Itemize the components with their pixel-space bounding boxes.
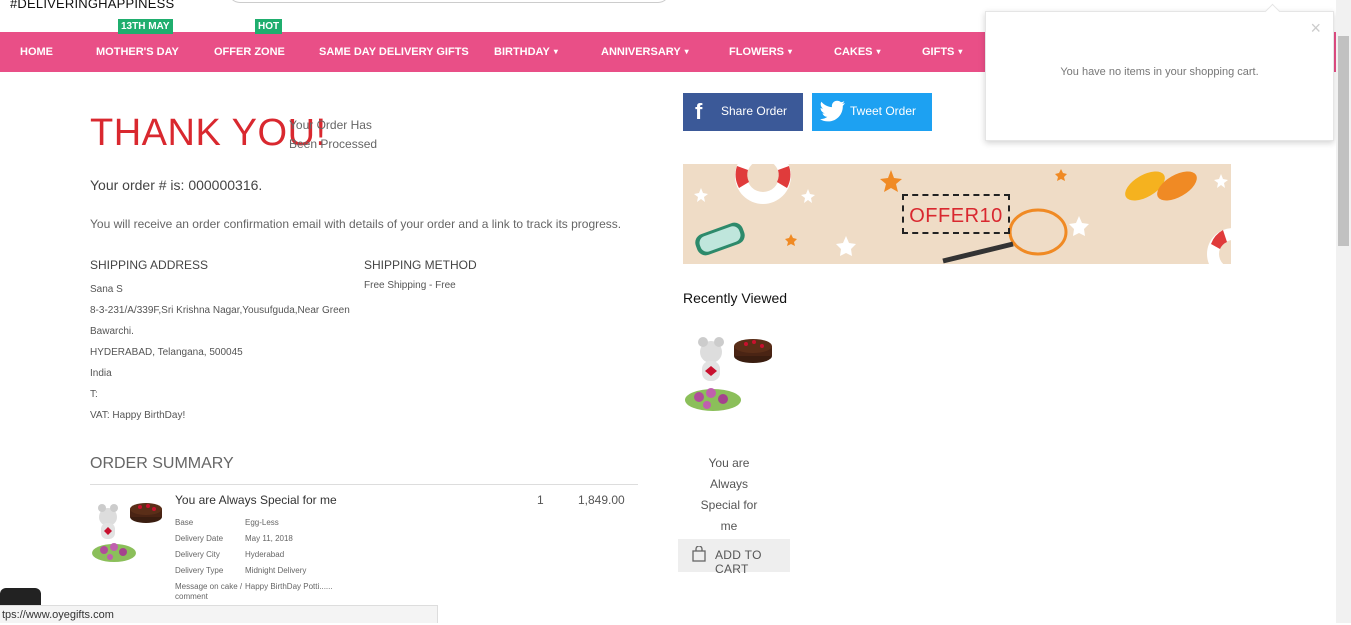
- shipping-method-heading: SHIPPING METHOD: [364, 258, 477, 272]
- nav-item-mothers-day[interactable]: MOTHER'S DAY: [96, 32, 179, 72]
- chevron-down-icon: ▾: [958, 47, 963, 56]
- nav-item-birthday[interactable]: BIRTHDAY ▾: [494, 32, 558, 72]
- empty-cart-message: You have no items in your shopping cart.: [1060, 66, 1259, 78]
- option-key: Delivery Type: [175, 566, 224, 575]
- order-summary-title: ORDER SUMMARY: [90, 455, 234, 472]
- nav-item-flowers[interactable]: FLOWERS ▾: [729, 32, 792, 72]
- search-input[interactable]: [228, 0, 670, 3]
- order-item-name: You are Always Special for me: [175, 493, 337, 507]
- shipping-address: Sana S 8-3-231/A/339F,Sri Krishna Nagar,…: [90, 279, 365, 426]
- share-order-label: Share Order: [721, 104, 788, 118]
- address-line: 8-3-231/A/339F,Sri Krishna Nagar,Yousufg…: [90, 305, 350, 337]
- address-line: India: [90, 368, 112, 379]
- shipping-method-value: Free Shipping - Free: [364, 280, 456, 291]
- nav-badge-offer-zone: HOT: [255, 19, 283, 34]
- order-number: Your order # is: 000000316.: [90, 177, 263, 193]
- option-key: Delivery Date: [175, 534, 224, 543]
- nav-item-gifts[interactable]: GIFTS ▾: [922, 32, 962, 72]
- chevron-down-icon: ▾: [553, 47, 558, 56]
- chevron-down-icon: ▾: [684, 47, 689, 56]
- tweet-order-button[interactable]: Tweet Order: [812, 93, 932, 131]
- address-line: T:: [90, 389, 98, 400]
- coupon-code: OFFER10: [902, 194, 1010, 234]
- twitter-icon: [820, 100, 846, 125]
- divider: [90, 484, 638, 485]
- option-row: Delivery Date May 11, 2018: [175, 534, 355, 550]
- option-value: Egg-Less: [245, 518, 279, 527]
- promo-banner[interactable]: OFFER10: [683, 164, 1231, 264]
- recently-viewed-title: Recently Viewed: [683, 290, 788, 306]
- order-processed-text: Your Order Has Been Processed: [289, 118, 378, 151]
- nav-item-anniversary[interactable]: ANNIVERSARY ▾: [601, 32, 689, 72]
- option-value: Hyderabad: [245, 550, 285, 559]
- chevron-down-icon: ▾: [788, 47, 793, 56]
- option-row: Delivery Type Midnight Delivery: [175, 566, 355, 582]
- product-image: [90, 495, 168, 567]
- add-to-cart-button[interactable]: ADD TO CART: [678, 539, 790, 576]
- status-bar-url: tps://www.oyegifts.com: [0, 605, 438, 623]
- option-value: Midnight Delivery: [245, 566, 307, 575]
- confirmation-message: You will receive an order confirmation e…: [90, 217, 622, 231]
- order-item-price: 1,849.00: [578, 493, 625, 507]
- facebook-icon: f: [695, 99, 703, 124]
- chevron-down-icon: ▾: [876, 47, 881, 56]
- nav-item-same-day-delivery[interactable]: SAME DAY DELIVERY GIFTS: [319, 32, 469, 72]
- mini-cart-dropdown: × You have no items in your shopping car…: [985, 3, 1334, 141]
- order-item-qty: 1: [537, 493, 544, 507]
- nav-badge-mothers-day: 13TH MAY: [118, 19, 173, 34]
- option-value: May 11, 2018: [245, 534, 293, 543]
- recently-viewed-product-image[interactable]: [683, 330, 775, 418]
- option-row: Delivery City Hyderabad: [175, 550, 355, 566]
- share-order-button[interactable]: f Share Order: [683, 93, 803, 131]
- address-line: HYDERABAD, Telangana, 500045: [90, 347, 243, 358]
- brand-tagline: #DELIVERINGHAPPINESS: [10, 0, 175, 11]
- shopping-bag-icon: [692, 545, 706, 567]
- order-item-options: Base Egg-Less Delivery Date May 11, 2018 D…: [175, 518, 355, 608]
- recently-viewed-product-name[interactable]: You are Always Special for me: [692, 453, 766, 537]
- shipping-address-heading: SHIPPING ADDRESS: [90, 258, 209, 272]
- option-key: Base: [175, 518, 194, 527]
- close-icon[interactable]: ×: [1310, 18, 1321, 39]
- option-key: Delivery City: [175, 550, 220, 559]
- nav-item-offer-zone[interactable]: OFFER ZONE: [214, 32, 285, 72]
- tweet-order-label: Tweet Order: [850, 104, 917, 118]
- option-row: Base Egg-Less: [175, 518, 355, 534]
- address-line: VAT: Happy BirthDay!: [90, 410, 186, 421]
- add-to-cart-label: ADD TO CART: [715, 548, 762, 576]
- nav-item-home[interactable]: HOME: [20, 32, 53, 72]
- address-line: Sana S: [90, 284, 123, 295]
- scrollbar-thumb[interactable]: [1338, 36, 1349, 246]
- nav-item-cakes[interactable]: CAKES ▾: [834, 32, 881, 72]
